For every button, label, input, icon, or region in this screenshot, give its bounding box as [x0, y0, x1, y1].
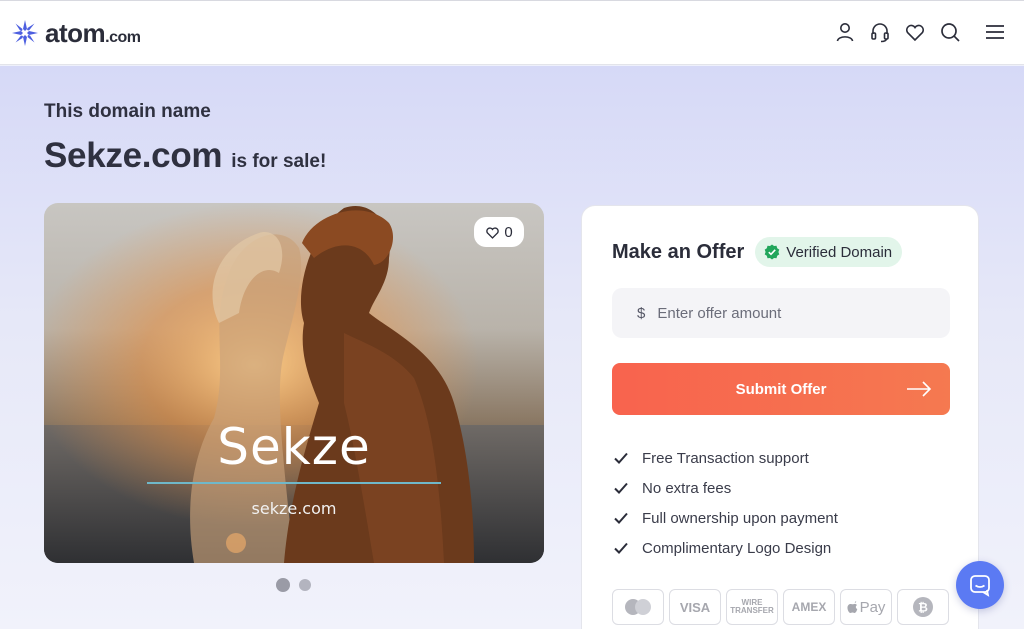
feature-item: No extra fees [612, 473, 838, 503]
offer-panel: Make an Offer Verified Domain $ Submit O… [581, 205, 979, 629]
like-count: 0 [504, 223, 513, 241]
atom-star-icon [12, 20, 38, 46]
feature-label: Free Transaction support [642, 449, 809, 467]
currency-symbol: $ [637, 304, 646, 322]
brand-underline [147, 482, 441, 484]
header-actions [821, 21, 1006, 43]
feature-label: Full ownership upon payment [642, 509, 838, 527]
domain-name: Sekze.com [44, 136, 223, 175]
search-icon[interactable] [939, 21, 961, 43]
bitcoin-icon: ₿ [897, 589, 949, 625]
feature-label: No extra fees [642, 479, 732, 497]
for-sale-text: is for sale! [231, 151, 327, 172]
submit-offer-button[interactable]: Submit Offer [612, 363, 950, 415]
amex-icon: AMEX [783, 589, 835, 625]
carousel-dots [276, 578, 320, 592]
verified-badge: Verified Domain [755, 237, 903, 267]
arrow-right-icon [907, 381, 932, 397]
feature-list: Free Transaction support No extra fees F… [612, 443, 838, 563]
heart-icon [486, 226, 500, 239]
apple-pay-icon: Pay [840, 589, 892, 625]
like-button[interactable]: 0 [474, 217, 524, 247]
svg-text:₿: ₿ [918, 601, 928, 615]
visa-icon: VISA [669, 589, 721, 625]
verified-label: Verified Domain [786, 243, 893, 261]
feature-item: Full ownership upon payment [612, 503, 838, 533]
brand-domain: sekze.com [251, 499, 337, 518]
offer-header: Make an Offer Verified Domain [612, 237, 903, 267]
carousel-dot-2[interactable] [299, 579, 311, 591]
logo-wordmark: atom.com [45, 17, 141, 48]
heart-icon[interactable] [904, 21, 926, 43]
offer-amount-input[interactable] [657, 304, 918, 322]
check-icon [614, 452, 628, 464]
verified-check-icon [764, 244, 780, 260]
apple-icon [847, 600, 857, 613]
wire-transfer-icon: WIRE TRANSFER [726, 589, 778, 625]
payment-methods: VISA WIRE TRANSFER AMEX Pay ₿ [612, 589, 954, 625]
hero-title: Sekze.com is for sale! [44, 136, 326, 176]
user-icon[interactable] [834, 21, 856, 43]
feature-label: Complimentary Logo Design [642, 539, 832, 557]
check-icon [614, 482, 628, 494]
site-header: atom.com [0, 0, 1024, 65]
check-icon [614, 542, 628, 554]
check-icon [614, 512, 628, 524]
feature-item: Complimentary Logo Design [612, 533, 838, 563]
brand-name: Sekze [217, 418, 371, 476]
mastercard-icon [612, 589, 664, 625]
submit-offer-label: Submit Offer [735, 380, 827, 398]
chat-icon [970, 575, 990, 597]
feature-item: Free Transaction support [612, 443, 838, 473]
offer-title: Make an Offer [612, 240, 745, 263]
hero-eyebrow: This domain name [44, 101, 211, 122]
chat-launcher-button[interactable] [956, 561, 1004, 609]
headset-icon[interactable] [869, 21, 891, 43]
domain-image-card: Sekze sekze.com 0 [44, 203, 544, 563]
carousel-dot-1[interactable] [276, 578, 290, 592]
atom-logo[interactable]: atom.com [11, 17, 141, 49]
menu-icon[interactable] [984, 21, 1006, 43]
offer-amount-field[interactable]: $ [612, 288, 950, 338]
